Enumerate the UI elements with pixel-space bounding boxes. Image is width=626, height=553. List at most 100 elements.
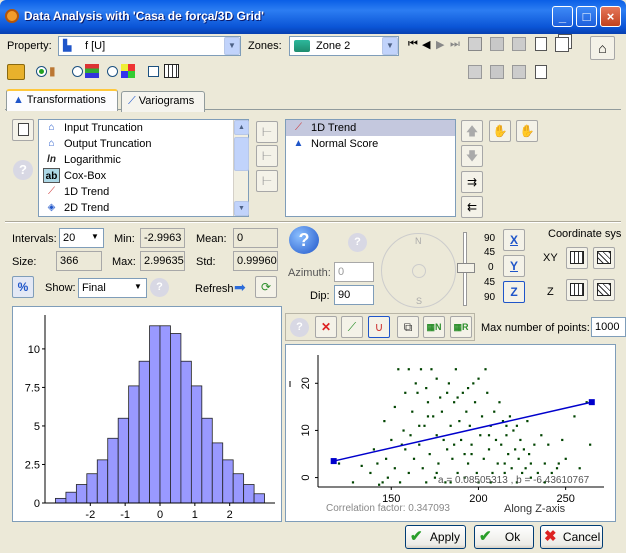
chevron-down-icon[interactable]: ▼	[224, 37, 240, 55]
paste-icon[interactable]	[490, 37, 504, 51]
radio-layers[interactable]	[72, 66, 83, 77]
scroll-up-icon[interactable]: ▲	[234, 120, 249, 135]
lock-icon[interactable]	[7, 64, 25, 80]
list-item[interactable]: ▲ Normal Score	[286, 136, 455, 152]
refresh-button[interactable]: ⟳	[255, 276, 277, 298]
histogram-bar	[180, 360, 192, 504]
z-axis-button[interactable]: Z	[503, 281, 525, 303]
transform-tab-icon: ▲	[13, 94, 24, 106]
nav-last-icon[interactable]: ⏭	[450, 38, 460, 51]
help-icon[interactable]: ?	[348, 233, 367, 252]
checkbox-filter[interactable]	[148, 66, 159, 77]
compass[interactable]: N S	[381, 233, 456, 308]
max-points-field[interactable]: 1000	[591, 317, 626, 337]
xy-cube-button[interactable]	[593, 247, 615, 269]
nav-prev-icon[interactable]: ◀	[422, 38, 430, 51]
list-item[interactable]: ◈ 2D Trend	[39, 200, 248, 216]
radio-grid[interactable]	[107, 66, 118, 77]
zones-select[interactable]: Zone 2 ▼	[289, 36, 399, 56]
insert-transform-button[interactable]: ⊢	[256, 145, 278, 167]
move-down-button[interactable]: 🡇	[461, 145, 483, 167]
list-item[interactable]: ⌂ Input Truncation	[39, 120, 248, 136]
ok-button[interactable]: ✔ Ok	[474, 525, 534, 549]
data-point	[393, 405, 396, 409]
radio-well[interactable]	[36, 66, 47, 77]
new-page-icon[interactable]	[535, 37, 547, 51]
home-icon[interactable]: ⌂	[590, 36, 615, 60]
dip-slider[interactable]	[457, 232, 475, 306]
tab-transformations[interactable]: ▲ Transformations	[6, 89, 118, 111]
pages-icon[interactable]	[555, 37, 569, 52]
histogram-bar	[65, 491, 77, 504]
show-select[interactable]: Final ▼	[78, 278, 147, 298]
data-point	[385, 457, 388, 460]
scroll-thumb[interactable]	[234, 137, 249, 171]
list-item[interactable]: ⌂ Output Truncation	[39, 136, 248, 152]
new-transform-button[interactable]	[12, 119, 34, 141]
chevron-down-icon[interactable]: ▼	[87, 229, 103, 247]
hand-icon[interactable]: ✋	[489, 120, 511, 142]
help-icon[interactable]: ?	[290, 318, 309, 337]
collapse-button[interactable]: ⇇	[461, 196, 483, 218]
clipboard-icon[interactable]	[512, 37, 526, 51]
help-icon[interactable]: ?	[13, 160, 33, 180]
copy-icon[interactable]	[468, 37, 482, 51]
data-point	[487, 434, 491, 437]
applied-transform-list[interactable]: ⟋ 1D Trend ▲ Normal Score	[285, 119, 456, 217]
scatter-icon[interactable]: ⟋	[341, 316, 363, 338]
cube-icon	[597, 283, 611, 296]
nav-first-icon[interactable]: ⏮	[408, 38, 418, 51]
data-point	[453, 401, 456, 404]
data-point	[521, 471, 524, 475]
tab-variograms[interactable]: ⟋ Variograms	[121, 91, 205, 112]
add-transform-button[interactable]: ⊢	[256, 121, 278, 143]
z-cube-button[interactable]	[593, 279, 615, 301]
z-grid-button[interactable]	[566, 279, 588, 301]
copy-icon[interactable]	[468, 65, 482, 79]
copy-chart-button[interactable]: ⧉	[397, 316, 419, 338]
app-icon[interactable]	[5, 9, 19, 23]
info-icon[interactable]: ?	[289, 226, 319, 254]
new-page-icon[interactable]	[535, 65, 547, 79]
percent-button[interactable]: %	[12, 276, 34, 298]
x-axis-button[interactable]: X	[503, 229, 525, 251]
y-axis-button[interactable]: Y	[503, 255, 525, 277]
dip-field[interactable]: 90	[334, 285, 374, 305]
property-select[interactable]: ▙ f [U] ▼	[58, 36, 241, 56]
maximize-button[interactable]: □	[576, 6, 597, 27]
delete-button[interactable]: ✕	[315, 316, 337, 338]
paste-icon[interactable]	[490, 65, 504, 79]
move-up-button[interactable]: 🡅	[461, 120, 483, 142]
azimuth-field[interactable]: 0	[334, 262, 374, 282]
list-item[interactable]: ⟋ 1D Trend	[286, 120, 455, 136]
scroll-down-icon[interactable]: ▼	[234, 201, 249, 216]
export-r-button[interactable]: ▦R	[450, 316, 472, 338]
close-button[interactable]: ×	[600, 6, 621, 27]
vertical-scrollbar[interactable]: ▲ ▼	[233, 120, 249, 216]
transform-list[interactable]: ⌂ Input Truncation ⌂ Output Truncation ln L…	[38, 119, 249, 217]
help-icon[interactable]: ?	[150, 278, 169, 297]
chevron-down-icon[interactable]: ▼	[382, 37, 398, 55]
cancel-button[interactable]: ✖ Cancel	[540, 525, 603, 549]
list-item[interactable]: ln Logarithmic	[39, 152, 248, 168]
expand-button[interactable]: ⇉	[461, 171, 483, 193]
minimize-button[interactable]: _	[552, 6, 573, 27]
magnet-icon[interactable]: ∪	[368, 316, 390, 338]
clipboard-icon[interactable]	[512, 65, 526, 79]
size-value: 366	[56, 251, 102, 271]
window-title: Data Analysis with 'Casa de força/3D Gri…	[24, 9, 265, 23]
hand-disabled-icon[interactable]: ✋	[516, 120, 538, 142]
list-item[interactable]: ⟋ 1D Trend	[39, 184, 248, 200]
azimuth-label: Azimuth:	[288, 267, 331, 279]
data-point	[402, 429, 405, 432]
chevron-down-icon[interactable]: ▼	[130, 279, 146, 297]
intervals-select[interactable]: 20 ▼	[59, 228, 104, 248]
apply-button[interactable]: ✔ Apply	[405, 525, 466, 549]
nav-next-icon[interactable]: ▶	[436, 38, 444, 51]
tab-variograms-label: Variograms	[138, 95, 195, 107]
xy-grid-button[interactable]	[566, 247, 588, 269]
dip-slider-thumb[interactable]	[457, 263, 475, 273]
replace-transform-button[interactable]: ⊢	[256, 170, 278, 192]
export-n-button[interactable]: ▦N	[423, 316, 445, 338]
list-item[interactable]: ab Cox-Box	[39, 168, 248, 184]
